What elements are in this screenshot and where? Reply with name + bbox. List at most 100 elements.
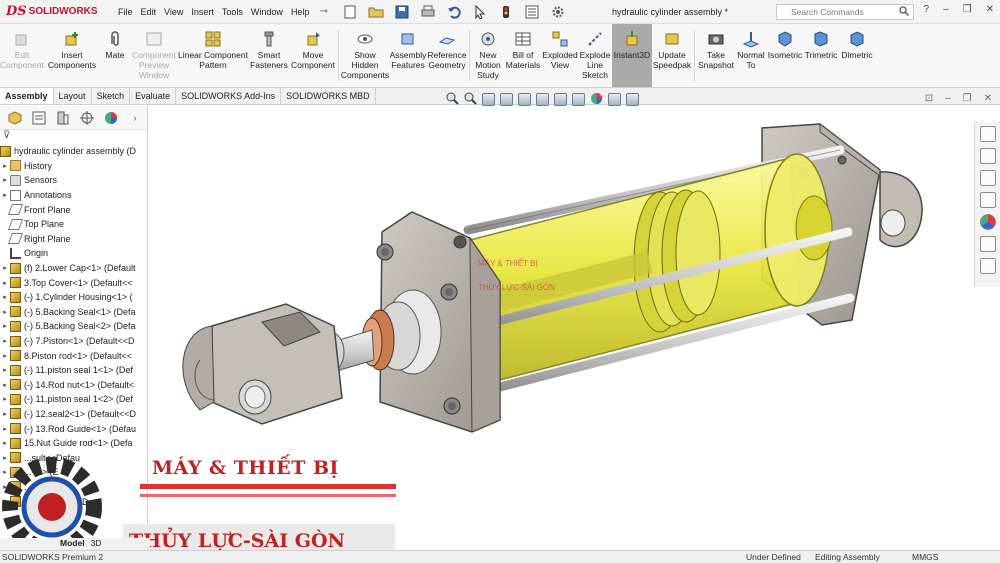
viewport-split-icon[interactable]: ⊡ bbox=[925, 93, 933, 104]
tab-evaluate[interactable]: Evaluate bbox=[130, 88, 177, 104]
tree-item[interactable]: ▸ 8.Piston rod<1> (Default<< bbox=[0, 348, 147, 363]
tree-item[interactable]: ▸ (-) 5.Backing Seal<2> (Defa bbox=[0, 319, 147, 334]
restore-button[interactable]: ❐ bbox=[963, 4, 972, 15]
dimetric-button[interactable]: Dimetric bbox=[839, 24, 875, 87]
expand-arrow-icon[interactable]: ▸ bbox=[0, 279, 10, 287]
tab-assembly[interactable]: Assembly bbox=[0, 88, 54, 104]
view-palette-icon[interactable] bbox=[979, 192, 996, 208]
menu-insert[interactable]: Insert bbox=[191, 7, 214, 17]
exploded-view-button[interactable]: Exploded View bbox=[542, 24, 578, 87]
display-manager-tab-icon[interactable] bbox=[102, 109, 120, 127]
view-orientation-icon[interactable] bbox=[536, 93, 549, 106]
instant3d-button[interactable]: Instant3D bbox=[612, 24, 652, 87]
section-view-icon[interactable] bbox=[500, 93, 513, 106]
tree-item[interactable]: ▸ (-) 5.Backing Seal<1> (Defa bbox=[0, 305, 147, 320]
tree-item[interactable]: Top Plane bbox=[0, 217, 147, 232]
menu-view[interactable]: View bbox=[164, 7, 183, 17]
display-style-icon[interactable] bbox=[554, 93, 567, 106]
component-preview-window-button[interactable]: Component Preview Window bbox=[130, 24, 178, 87]
help-icon[interactable]: ? bbox=[924, 4, 930, 15]
appearances-icon[interactable] bbox=[979, 214, 996, 230]
linear-component-pattern-button[interactable]: Linear Component Pattern bbox=[178, 24, 248, 87]
expand-arrow-icon[interactable]: ▸ bbox=[0, 308, 10, 316]
tab-3d-views[interactable]: 3D bbox=[91, 538, 102, 550]
design-library-icon[interactable] bbox=[979, 148, 996, 164]
edit-component-button[interactable]: Edit Component bbox=[0, 24, 44, 87]
expand-arrow-icon[interactable]: ▸ bbox=[0, 191, 10, 199]
options-gear-icon[interactable] bbox=[550, 4, 566, 20]
expand-arrow-icon[interactable]: ▸ bbox=[0, 322, 10, 330]
panel-expand-icon[interactable]: › bbox=[126, 109, 144, 127]
file-properties-icon[interactable] bbox=[524, 4, 540, 20]
solidworks-logo[interactable]: DS SOLIDWORKS bbox=[0, 4, 110, 19]
minimize-button[interactable]: – bbox=[943, 4, 949, 15]
tree-item[interactable]: ▸ (-) 7.Piston<1> (Default<<D bbox=[0, 334, 147, 349]
move-component-button[interactable]: Move Component bbox=[290, 24, 336, 87]
expand-arrow-icon[interactable]: ▸ bbox=[0, 176, 10, 184]
menu-edit[interactable]: Edit bbox=[141, 7, 157, 17]
tree-item[interactable]: ▸ (f) 2.Lower Cap<1> (Default bbox=[0, 261, 147, 276]
insert-components-button[interactable]: Insert Components bbox=[44, 24, 100, 87]
tree-item[interactable]: ▸ History bbox=[0, 159, 147, 174]
reference-geometry-button[interactable]: Reference Geometry bbox=[427, 24, 467, 87]
pin-menu-icon[interactable]: ⊸ bbox=[319, 6, 327, 17]
show-hidden-components-button[interactable]: Show Hidden Components bbox=[341, 24, 389, 87]
custom-properties-icon[interactable] bbox=[979, 236, 996, 252]
assembly-features-button[interactable]: Assembly Features bbox=[389, 24, 427, 87]
property-manager-tab-icon[interactable] bbox=[30, 109, 48, 127]
expand-arrow-icon[interactable]: ▸ bbox=[0, 264, 10, 272]
isometric-button[interactable]: Isometric bbox=[767, 24, 803, 87]
tree-item[interactable]: Front Plane bbox=[0, 202, 147, 217]
menu-tools[interactable]: Tools bbox=[222, 7, 243, 17]
expand-arrow-icon[interactable]: ▸ bbox=[0, 337, 10, 345]
file-explorer-icon[interactable] bbox=[979, 170, 996, 186]
explode-line-sketch-button[interactable]: Explode Line Sketch bbox=[578, 24, 612, 87]
expand-arrow-icon[interactable]: ▸ bbox=[0, 293, 10, 301]
tree-item[interactable]: ▸ (-) 11.piston seal 1<1> (Def bbox=[0, 363, 147, 378]
smart-fasteners-button[interactable]: Smart Fasteners bbox=[248, 24, 290, 87]
tree-item[interactable]: Right Plane bbox=[0, 232, 147, 247]
tree-item[interactable]: ▸ Sensors bbox=[0, 173, 147, 188]
print-icon[interactable] bbox=[420, 4, 436, 20]
tab-model[interactable]: Model bbox=[60, 538, 85, 550]
menu-help[interactable]: Help bbox=[291, 7, 310, 17]
open-folder-icon[interactable] bbox=[368, 4, 384, 20]
configuration-manager-tab-icon[interactable] bbox=[54, 109, 72, 127]
expand-arrow-icon[interactable]: ▸ bbox=[0, 352, 10, 360]
close-button[interactable]: ✕ bbox=[986, 4, 994, 15]
expand-arrow-icon[interactable]: ▸ bbox=[0, 381, 10, 389]
solidworks-resources-icon[interactable] bbox=[979, 126, 996, 142]
viewport-restore-icon[interactable]: ❐ bbox=[963, 93, 972, 104]
menu-window[interactable]: Window bbox=[251, 7, 283, 17]
update-speedpak-button[interactable]: Update Speedpak bbox=[652, 24, 692, 87]
tree-item[interactable]: ▸ (-) 1.Cylinder Housing<1> ( bbox=[0, 290, 147, 305]
bill-of-materials-button[interactable]: Bill of Materials bbox=[504, 24, 542, 87]
mate-button[interactable]: Mate bbox=[100, 24, 130, 87]
menu-file[interactable]: File bbox=[118, 7, 133, 17]
rebuild-icon[interactable] bbox=[498, 4, 514, 20]
tree-root[interactable]: hydraulic cylinder assembly (D bbox=[0, 144, 147, 159]
view-settings-icon[interactable] bbox=[626, 93, 639, 106]
tree-item[interactable]: ▸ (-) 14.Rod nut<1> (Default< bbox=[0, 378, 147, 393]
forum-icon[interactable] bbox=[979, 258, 996, 274]
previous-view-icon[interactable] bbox=[482, 93, 495, 106]
edit-appearance-icon[interactable] bbox=[590, 92, 603, 107]
zoom-to-fit-icon[interactable] bbox=[446, 92, 459, 107]
expand-arrow-icon[interactable]: ▸ bbox=[0, 366, 10, 374]
hide-show-items-icon[interactable] bbox=[572, 93, 585, 106]
expand-arrow-icon[interactable]: ▸ bbox=[0, 410, 10, 418]
tree-item[interactable]: ▸ (-) 11.piston seal 1<2> (Def bbox=[0, 392, 147, 407]
save-icon[interactable] bbox=[394, 4, 410, 20]
undo-icon[interactable] bbox=[446, 4, 462, 20]
filter-icon[interactable]: ⊽ bbox=[0, 130, 147, 144]
viewport-close-icon[interactable]: ✕ bbox=[984, 93, 992, 104]
tree-item[interactable]: ▸ (-) 12.seal2<1> (Default<<D bbox=[0, 407, 147, 422]
search-icon[interactable] bbox=[899, 6, 910, 18]
tab-solidworks-mbd[interactable]: SOLIDWORKS MBD bbox=[281, 88, 376, 104]
tree-item[interactable]: Origin bbox=[0, 246, 147, 261]
tree-item[interactable]: ▸ 3.Top Cover<1> (Default<< bbox=[0, 275, 147, 290]
rod-clevis[interactable] bbox=[182, 303, 343, 425]
tree-item[interactable]: ▸ Annotations bbox=[0, 188, 147, 203]
viewport-minimize-icon[interactable]: – bbox=[945, 93, 951, 104]
rod-guide[interactable] bbox=[361, 289, 442, 375]
